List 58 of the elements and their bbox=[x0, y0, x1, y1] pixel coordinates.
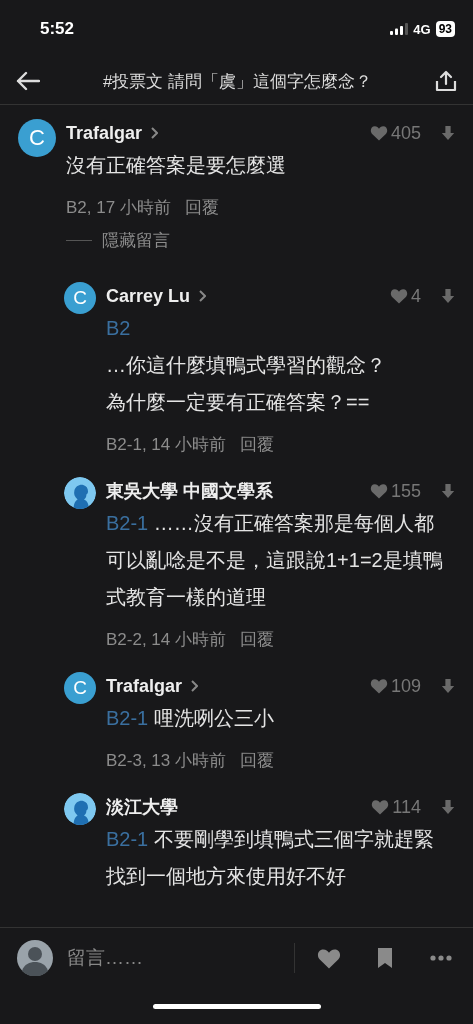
like-button[interactable]: 4 bbox=[390, 285, 421, 307]
user-avatar[interactable] bbox=[17, 940, 53, 976]
clock-time: 5:52 bbox=[40, 19, 75, 39]
bookmark-icon bbox=[376, 947, 394, 969]
mention-link[interactable]: B2 bbox=[106, 317, 131, 339]
back-arrow-icon bbox=[16, 71, 40, 91]
heart-icon bbox=[369, 678, 388, 694]
comment-meta: B2, 17 小時前 bbox=[66, 197, 171, 219]
like-button[interactable]: 405 bbox=[369, 122, 421, 144]
like-button[interactable]: 155 bbox=[369, 480, 421, 502]
like-button[interactable]: 109 bbox=[369, 675, 421, 697]
hide-comments-link[interactable]: 隱藏留言 bbox=[66, 229, 170, 252]
author-name[interactable]: Trafalgar bbox=[106, 675, 183, 697]
down-arrow-icon bbox=[441, 125, 455, 141]
heart-icon bbox=[369, 483, 388, 499]
comment-meta: B2-2, 14 小時前 bbox=[106, 629, 226, 651]
heart-icon bbox=[369, 125, 388, 141]
author-name[interactable]: Trafalgar bbox=[66, 122, 143, 144]
comment-text: 為什麼一定要有正確答案？== bbox=[106, 390, 371, 415]
heart-icon bbox=[371, 799, 390, 815]
comment-meta: B2-3, 13 小時前 bbox=[106, 750, 226, 772]
user-avatar[interactable] bbox=[64, 793, 96, 825]
down-arrow-icon bbox=[441, 799, 455, 815]
comment-text: …你這什麼填鴨式學習的觀念？ bbox=[106, 353, 387, 378]
share-icon bbox=[435, 70, 457, 92]
mention-link[interactable]: B2-1 bbox=[106, 707, 149, 729]
user-avatar[interactable]: C bbox=[18, 119, 56, 157]
comment-text: B2-1 ……沒有正確答案那是每個人都可以亂唸是不是，這跟說1+1=2是填鴨式教育一樣的道理 bbox=[106, 511, 444, 610]
down-arrow-icon bbox=[441, 678, 455, 694]
user-avatar[interactable]: C bbox=[64, 282, 96, 314]
comment-field[interactable]: 留言…… bbox=[65, 946, 282, 970]
user-avatar[interactable] bbox=[64, 477, 96, 509]
like-button[interactable]: 114 bbox=[371, 796, 421, 818]
comment-text: 沒有正確答案是要怎麼選 bbox=[66, 153, 287, 178]
more-icon bbox=[430, 955, 452, 961]
comment-meta: B2-1, 14 小時前 bbox=[106, 434, 226, 456]
comment-text: B2-1 不要剛學到填鴨式三個字就趕緊找到一個地方來使用好不好 bbox=[106, 827, 435, 889]
down-arrow-icon bbox=[441, 288, 455, 304]
battery-level: 93 bbox=[435, 21, 455, 37]
author-name[interactable]: 東吳大學 中國文學系 bbox=[106, 479, 273, 503]
user-avatar[interactable]: C bbox=[64, 672, 96, 704]
author-name[interactable]: Carrey Lu bbox=[106, 285, 191, 307]
mention-link[interactable]: B2-1 bbox=[106, 828, 149, 850]
reply-link[interactable]: 回覆 bbox=[240, 433, 274, 456]
reply-link[interactable]: 回覆 bbox=[240, 628, 274, 651]
reply-link[interactable]: 回覆 bbox=[240, 749, 274, 772]
comment-text: B2-1 哩洗咧公三小 bbox=[106, 706, 275, 731]
author-name[interactable]: 淡江大學 bbox=[106, 795, 178, 819]
heart-icon bbox=[390, 288, 408, 304]
down-arrow-icon bbox=[441, 483, 455, 499]
share-button[interactable] bbox=[433, 68, 459, 94]
page-title: #投票文 請問「虞」這個字怎麼念？ bbox=[101, 70, 374, 93]
network-label: 4G bbox=[413, 21, 431, 37]
signal-icon bbox=[390, 23, 409, 35]
back-button[interactable] bbox=[14, 69, 42, 93]
reply-link[interactable]: 回覆 bbox=[184, 196, 219, 219]
heart-icon bbox=[317, 947, 341, 969]
mention-link[interactable]: B2-1 bbox=[106, 512, 149, 534]
